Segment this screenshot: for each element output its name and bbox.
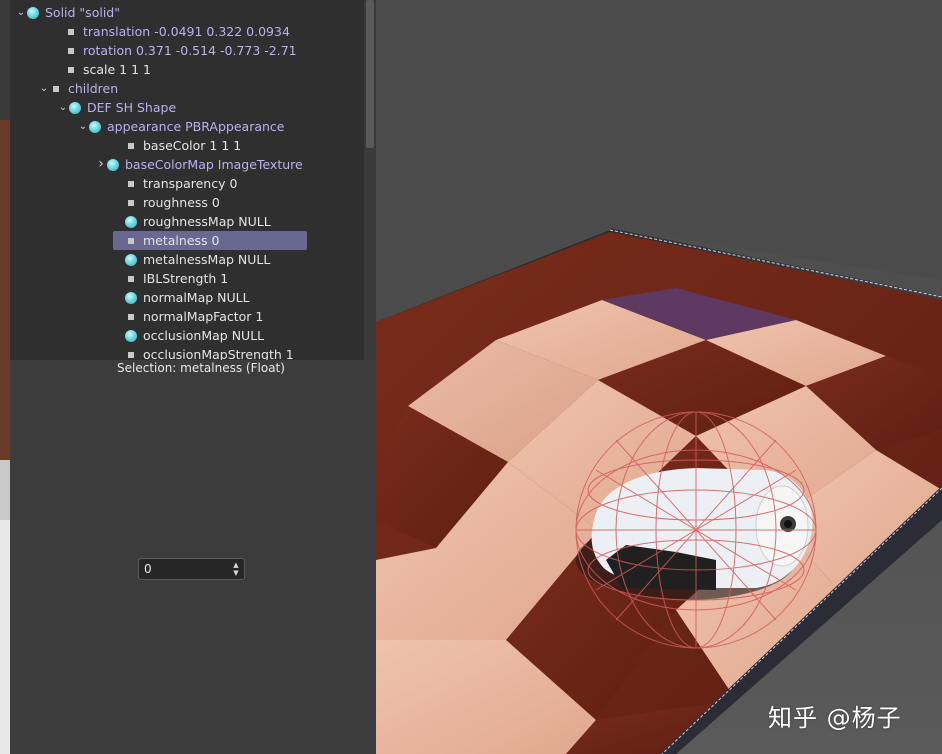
node-icon [125, 291, 137, 304]
tree-item-label: roughness 0 [143, 195, 220, 210]
tree-item-label: normalMap NULL [143, 290, 250, 305]
tree-item[interactable]: rotation 0.371 -0.514 -0.773 -2.71 [53, 41, 297, 60]
background-strip [0, 0, 10, 754]
tree-item[interactable]: roughnessMap NULL [113, 212, 271, 231]
chevron-down-icon[interactable]: ⌄ [15, 3, 27, 22]
field-icon [68, 47, 74, 54]
tree-item[interactable]: metalness 0 [113, 231, 307, 250]
scrollbar-thumb[interactable] [366, 0, 374, 148]
field-icon [128, 313, 134, 320]
spin-up-icon[interactable]: ▲ [232, 561, 240, 569]
field-editor-panel [10, 360, 376, 754]
tree-item[interactable]: normalMap NULL [113, 288, 250, 307]
3d-scene[interactable] [376, 0, 942, 754]
selection-label: Selection: metalness (Float) [117, 361, 285, 375]
tree-item-label: Solid "solid" [45, 5, 120, 20]
3d-viewport[interactable] [376, 0, 942, 754]
field-icon [128, 237, 134, 244]
field-icon [53, 85, 59, 92]
chevron-down-icon[interactable]: ⌄ [77, 117, 89, 136]
tree-item[interactable]: occlusionMap NULL [113, 326, 264, 345]
tree-item-label: occlusionMap NULL [143, 328, 265, 343]
tree-item[interactable]: ⌄ appearance PBRAppearance [77, 117, 285, 136]
tree-item-label: metalness 0 [143, 233, 220, 248]
tree-item-label: occlusionMapStrength 1 [143, 347, 294, 360]
tree-item-label: transparency 0 [143, 176, 238, 191]
node-icon [125, 215, 137, 228]
tree-item-label: translation -0.0491 0.322 0.0934 [83, 24, 290, 39]
node-icon [125, 329, 137, 342]
chevron-down-icon[interactable]: ⌄ [38, 79, 50, 98]
tree-item-label: children [68, 81, 119, 96]
tree-item-label: scale 1 1 1 [83, 62, 151, 77]
tree-item-label: rotation 0.371 -0.514 -0.773 -2.71 [83, 43, 297, 58]
tree-item[interactable]: metalnessMap NULL [113, 250, 270, 269]
tree-item[interactable]: ⌄ Solid "solid" [15, 3, 120, 22]
chevron-right-icon[interactable]: › [95, 155, 107, 174]
tree-item[interactable]: translation -0.0491 0.322 0.0934 [53, 22, 290, 41]
tree-item-label: appearance PBRAppearance [107, 119, 285, 134]
tree-item[interactable]: occlusionMapStrength 1 [113, 345, 294, 360]
tree-item[interactable]: IBLStrength 1 [113, 269, 228, 288]
node-icon [125, 253, 137, 266]
spinbox-value[interactable]: 0 [144, 562, 152, 576]
field-icon [128, 275, 134, 282]
tree-item[interactable]: baseColor 1 1 1 [113, 136, 241, 155]
scene-tree-scrollbar[interactable] [364, 0, 376, 360]
tree-item-label: roughnessMap NULL [143, 214, 271, 229]
node-icon [107, 158, 119, 171]
watermark: 知乎 @杨子 [768, 704, 902, 732]
tree-item[interactable]: transparency 0 [113, 174, 237, 193]
spin-arrows[interactable]: ▲ ▼ [232, 561, 240, 577]
tree-item[interactable]: ⌄ children [38, 79, 118, 98]
node-icon [89, 120, 101, 133]
field-icon [128, 199, 134, 206]
tree-item[interactable]: roughness 0 [113, 193, 220, 212]
tree-item[interactable]: normalMapFactor 1 [113, 307, 263, 326]
field-icon [68, 28, 74, 35]
tree-item[interactable]: scale 1 1 1 [53, 60, 151, 79]
tree-item-label: IBLStrength 1 [143, 271, 229, 286]
tree-item-label: DEF SH Shape [87, 100, 177, 115]
metalness-value-spinbox[interactable]: 0 ▲ ▼ [138, 558, 245, 580]
tree-item-label: baseColor 1 1 1 [143, 138, 242, 153]
spin-down-icon[interactable]: ▼ [232, 569, 240, 577]
field-icon [128, 351, 134, 358]
tree-item-label: metalnessMap NULL [143, 252, 271, 267]
tree-item-label: normalMapFactor 1 [143, 309, 264, 324]
field-icon [128, 142, 134, 149]
node-icon [69, 101, 81, 114]
scene-tree[interactable]: ⌄ Solid "solid" translation -0.0491 0.322 … [10, 0, 376, 360]
field-icon [128, 180, 134, 187]
tree-item[interactable]: › baseColorMap ImageTexture [95, 155, 303, 174]
field-icon [68, 66, 74, 73]
chevron-down-icon[interactable]: ⌄ [57, 98, 69, 117]
tree-item[interactable]: ⌄ DEF SH Shape [57, 98, 176, 117]
tree-item-label: baseColorMap ImageTexture [125, 157, 303, 172]
node-icon [27, 6, 39, 19]
